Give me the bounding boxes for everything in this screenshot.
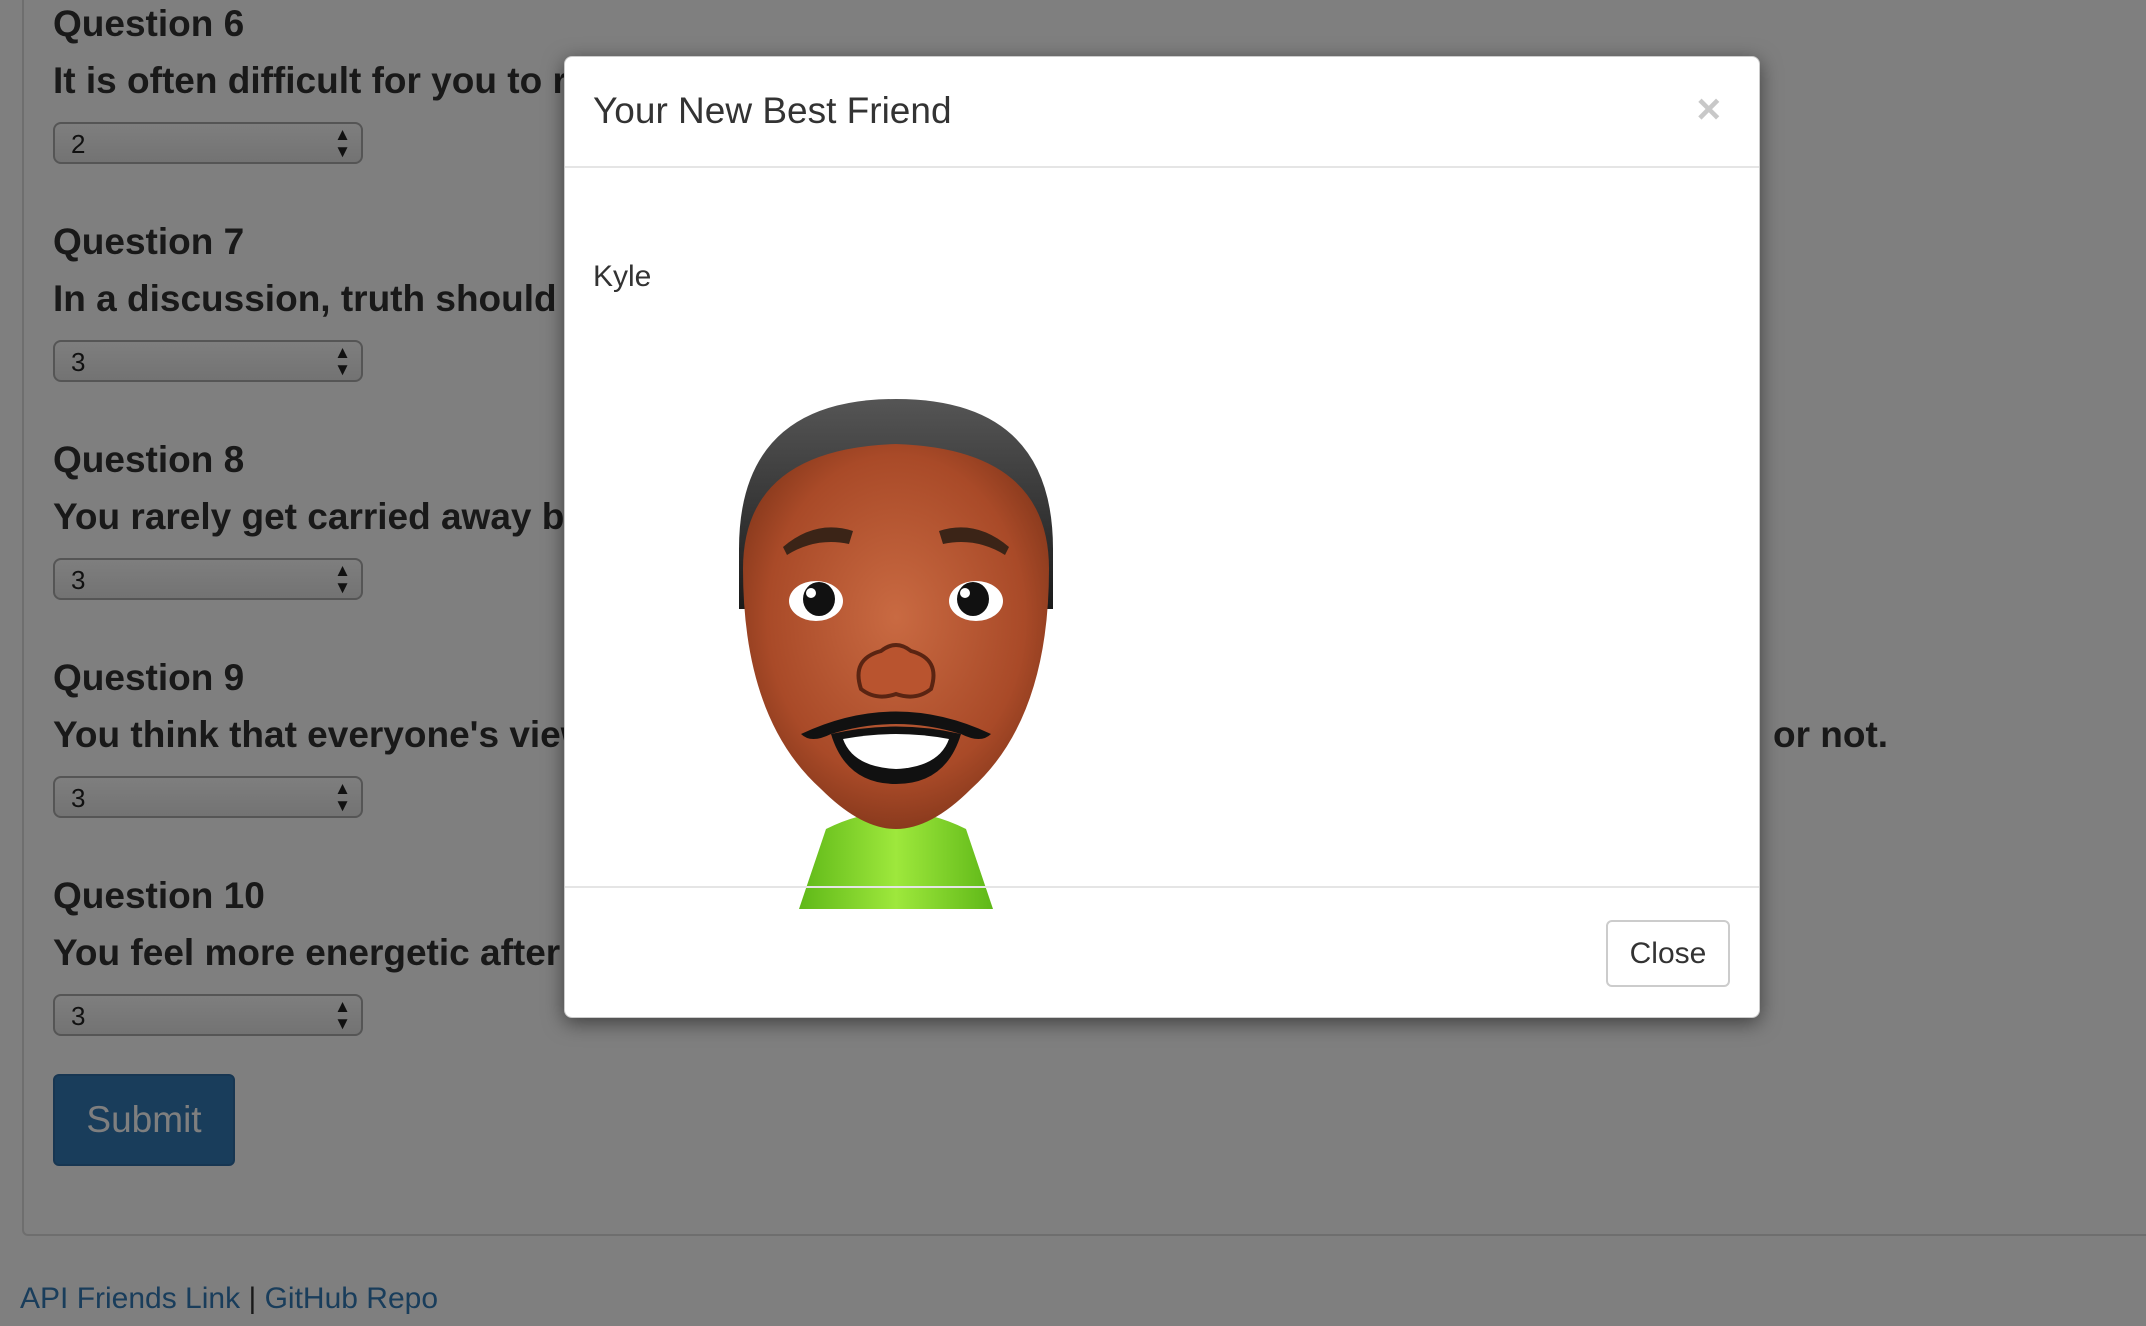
best-friend-modal: Your New Best Friend × Kyle Close xyxy=(564,56,1760,1018)
friend-avatar-image xyxy=(739,399,1053,909)
friend-name: Kyle xyxy=(593,260,652,293)
close-icon[interactable]: × xyxy=(1696,85,1721,133)
modal-title: Your New Best Friend xyxy=(593,90,952,131)
modal-footer: Close xyxy=(565,886,1759,1017)
close-button[interactable]: Close xyxy=(1606,920,1730,987)
modal-header: Your New Best Friend × xyxy=(565,57,1759,168)
modal-body: Kyle xyxy=(565,168,1759,946)
